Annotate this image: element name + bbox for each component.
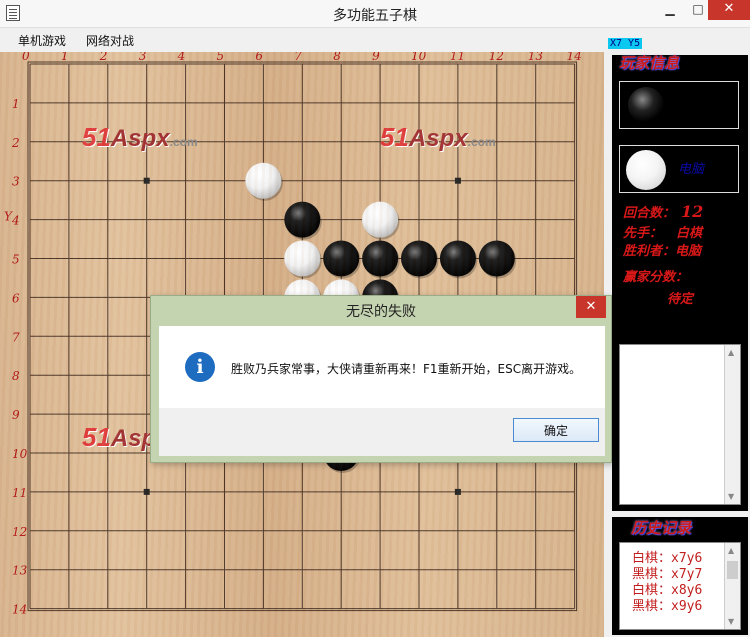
- watermark: 51Aspx.com: [380, 122, 496, 152]
- row-label: 13: [12, 564, 28, 578]
- title-bar: 多功能五子棋 ▁ □ ✕: [0, 0, 750, 28]
- column-label: 8: [333, 52, 341, 63]
- close-button[interactable]: ✕: [708, 0, 750, 20]
- stone-shadow: [363, 242, 400, 279]
- stone-shadow: [246, 164, 283, 201]
- player2-name: 电脑: [678, 162, 705, 177]
- column-label: 7: [294, 52, 302, 63]
- menu-single-player[interactable]: 单机游戏: [18, 32, 66, 49]
- column-label: 6: [255, 52, 263, 63]
- star-point: [454, 177, 461, 184]
- star-point: [454, 488, 461, 495]
- history-scroll-thumb[interactable]: [727, 561, 738, 579]
- white-stone-icon: [626, 150, 666, 190]
- history-list[interactable]: 白棋：x7y6 黑棋：x7y7 白棋：x8y6 黑棋：x9y6 ▲ ▼: [619, 542, 741, 630]
- divider: [612, 330, 748, 333]
- row-label: 2: [11, 136, 20, 150]
- white-stone: [245, 162, 282, 199]
- row-label: 7: [12, 330, 20, 344]
- stone-shadow: [285, 203, 322, 240]
- message-scrollbar[interactable]: ▲ ▼: [724, 345, 740, 504]
- stone-shadow: [285, 242, 322, 279]
- history-item: 黑棋：x9y6: [632, 599, 703, 614]
- column-label: 10: [411, 52, 427, 63]
- history-title: 历史记录: [631, 519, 692, 537]
- star-point: [143, 488, 150, 495]
- row-label: 5: [12, 253, 20, 267]
- row-label: 9: [12, 408, 20, 422]
- column-label: 14: [567, 52, 582, 63]
- info-icon: i: [185, 352, 215, 382]
- black-stone-icon: [628, 87, 664, 123]
- minimize-button[interactable]: ▁: [656, 0, 684, 20]
- column-label: 3: [139, 52, 147, 63]
- column-label: 4: [177, 52, 186, 63]
- ok-button[interactable]: 确定: [513, 418, 599, 442]
- black-stone: [401, 240, 437, 277]
- white-stone: [362, 201, 399, 238]
- dialog-close-button[interactable]: ✕: [576, 296, 606, 318]
- white-stone: [284, 240, 321, 277]
- stone-shadow: [363, 203, 400, 240]
- player2-box: 电脑: [619, 145, 739, 193]
- first-player: 先手： 白棋: [623, 226, 703, 241]
- watermark: 51Aspx.com: [82, 122, 198, 152]
- column-label: 1: [61, 52, 69, 63]
- column-label: 2: [99, 52, 108, 63]
- row-label-extra: Y: [4, 210, 13, 224]
- stone-shadow: [324, 242, 361, 279]
- dialog-title: 无尽的失败: [346, 304, 416, 320]
- player-info-title: 玩家信息: [619, 54, 680, 72]
- column-label: 13: [528, 52, 544, 63]
- black-stone: [323, 240, 360, 277]
- row-label: 1: [12, 97, 20, 111]
- row-label: 4: [11, 214, 20, 228]
- column-label: 11: [450, 52, 465, 63]
- player1-box: [619, 81, 739, 129]
- stone-shadow: [441, 242, 478, 279]
- stone-shadow: [402, 242, 439, 279]
- row-label: 11: [12, 486, 27, 500]
- black-stone: [478, 240, 515, 277]
- column-label: 12: [489, 52, 504, 63]
- stone-shadow: [480, 242, 517, 279]
- black-stone: [362, 240, 399, 277]
- menu-network-play[interactable]: 网络对战: [86, 32, 134, 49]
- history-scrollbar[interactable]: ▲ ▼: [724, 543, 740, 629]
- black-stone: [439, 240, 476, 277]
- dialog-message: 胜败乃兵家常事，大侠请重新再来！F1重新开始，ESC离开游戏。: [231, 362, 582, 376]
- window-title: 多功能五子棋: [333, 8, 417, 24]
- message-box[interactable]: ▲ ▼: [619, 344, 741, 505]
- row-label: 6: [12, 291, 20, 305]
- dialog-footer: 确定: [159, 408, 605, 456]
- defeat-dialog: 无尽的失败 ✕ i 胜败乃兵家常事，大侠请重新再来！F1重新开始，ESC离开游戏…: [150, 295, 612, 463]
- column-label: 9: [372, 52, 380, 63]
- black-stone: [284, 201, 321, 238]
- star-point: [143, 177, 150, 184]
- row-label: 8: [12, 369, 20, 383]
- winner-score-value: 待定: [667, 292, 694, 307]
- coordinate-readout: X7 Y5: [608, 38, 643, 49]
- column-label: 0: [22, 52, 30, 63]
- column-label: 5: [217, 52, 225, 63]
- round-count: 回合数： 12: [623, 202, 704, 221]
- row-label: 10: [12, 447, 28, 461]
- winner: 胜利者：电脑: [623, 244, 702, 259]
- dialog-body: i 胜败乃兵家常事，大侠请重新再来！F1重新开始，ESC离开游戏。: [159, 326, 605, 408]
- row-label: 14: [12, 603, 27, 617]
- row-label: 3: [12, 175, 20, 189]
- row-label: 12: [12, 525, 27, 539]
- side-panel: 玩家信息 电脑 回合数： 12 先手： 白棋 胜利者：电脑 赢家分数： 待定 ▲ ▼…: [605, 52, 750, 637]
- winner-score-label: 赢家分数：: [623, 270, 689, 285]
